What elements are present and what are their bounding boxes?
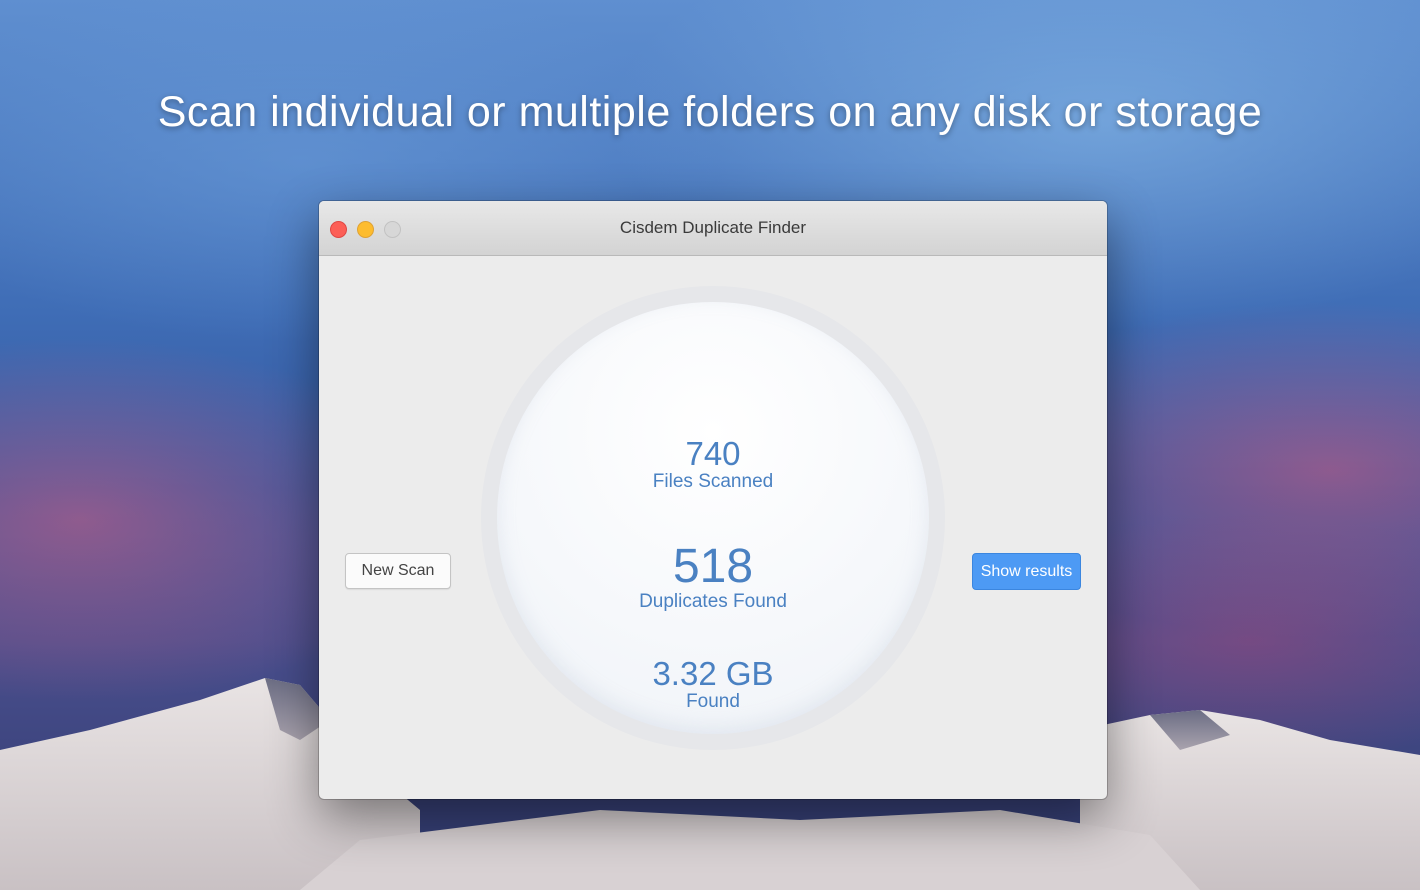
duplicates-found-value: 518 [672,540,754,593]
new-scan-button[interactable]: New Scan [345,553,451,589]
headline: Scan individual or multiple folders on a… [157,88,1263,136]
files-scanned-label: Files Scanned [652,471,774,492]
duplicates-found-label: Duplicates Found [639,591,787,612]
size-found-label: Found [686,691,740,712]
files-scanned-value: 740 [685,435,741,472]
stats-circle: 740 Files Scanned 518 Duplicates Found 3… [497,302,929,734]
window-title: Cisdem Duplicate Finder [619,218,807,237]
app-window: Cisdem Duplicate Finder New Scan 740 Fil… [319,201,1107,799]
size-found-value: 3.32 GB [652,655,774,692]
title-bar[interactable]: Cisdem Duplicate Finder [319,201,1107,256]
window-content: New Scan 740 Files Scanned 518 Duplicate… [319,256,1107,799]
show-results-button[interactable]: Show results [972,553,1081,590]
